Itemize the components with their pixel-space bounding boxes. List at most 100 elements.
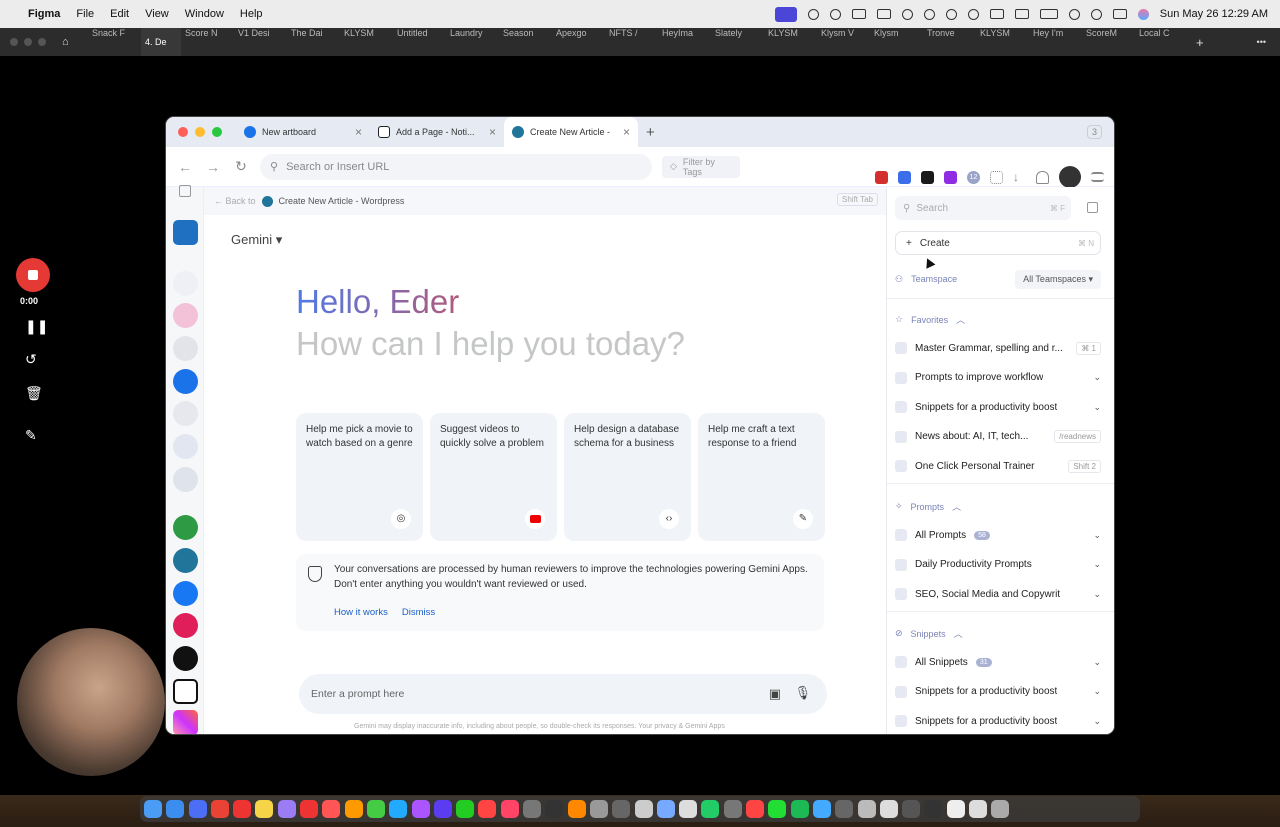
profile-avatar[interactable] <box>1059 166 1081 188</box>
dock-app-icon[interactable] <box>746 800 765 818</box>
chevron-down-icon[interactable]: ⌄ <box>1093 589 1101 600</box>
create-button[interactable]: + Create ⌘ N <box>895 231 1101 255</box>
clock-icon[interactable] <box>967 8 979 20</box>
figma-tab[interactable]: Klysm <box>870 28 923 56</box>
close-tab-icon[interactable]: × <box>489 125 496 139</box>
dock-app-icon[interactable] <box>612 800 631 818</box>
back-link[interactable]: ← Back to <box>214 196 256 206</box>
battery-icon[interactable] <box>1039 9 1058 19</box>
favorites-header[interactable]: ☆ Favorites ︿ <box>895 313 965 326</box>
volume-icon[interactable] <box>851 9 866 19</box>
filter-tags[interactable]: ◇ Filter by Tags <box>662 155 740 178</box>
dock-app-icon[interactable] <box>344 800 363 818</box>
shopify-icon[interactable] <box>173 515 198 540</box>
app-a-icon[interactable] <box>173 434 198 459</box>
chevron-down-icon[interactable]: ⌄ <box>1093 657 1101 668</box>
prompt-item[interactable]: SEO, Social Media and Copywrit ⌄ <box>895 582 1101 606</box>
pencil-icon[interactable]: ✎ <box>25 427 37 444</box>
panel-search[interactable]: ⚲ Search ⌘ F <box>895 196 1071 220</box>
dock-app-icon[interactable] <box>166 800 185 818</box>
dock-app-icon[interactable] <box>768 800 787 818</box>
extension-badge[interactable]: 12 <box>967 170 980 184</box>
figma-tab[interactable]: Apexgo <box>552 28 605 56</box>
favorite-item[interactable]: Prompts to improve workflow ⌄ <box>895 366 1101 390</box>
dock-app-icon[interactable] <box>968 800 987 818</box>
home-icon[interactable]: ⌂ <box>62 36 74 48</box>
suggestion-card[interactable]: Help me craft a text response to a frien… <box>698 413 825 541</box>
snippet-item[interactable]: Snippets for a productivity boost ⌄ <box>895 680 1101 704</box>
snippet-item[interactable]: Snippets for a productivity boost ⌄ <box>895 709 1101 733</box>
bluetooth-icon[interactable] <box>923 8 935 20</box>
figma-tab[interactable]: KLYSM <box>340 28 393 56</box>
menu-edit[interactable]: Edit <box>110 8 129 20</box>
dismiss-link[interactable]: Dismiss <box>402 605 435 620</box>
menu-icon[interactable] <box>1091 172 1104 182</box>
favorite-item[interactable]: One Click Personal Trainer Shift 2 <box>895 454 1101 478</box>
figma-tab[interactable]: Klysm V <box>817 28 870 56</box>
figma-tab[interactable]: V1 Desi <box>234 28 287 56</box>
close-tab-icon[interactable]: × <box>355 125 362 139</box>
apps-grid-icon[interactable] <box>990 170 1003 184</box>
extension-dark-icon[interactable] <box>921 170 934 184</box>
dock-app-icon[interactable] <box>322 800 341 818</box>
dock-app-icon[interactable] <box>433 800 452 818</box>
app-menu[interactable]: Figma <box>28 8 60 20</box>
dock-app-icon[interactable] <box>389 800 408 818</box>
dock-app-icon[interactable] <box>924 800 943 818</box>
dock-app-icon[interactable] <box>879 800 898 818</box>
display-icon[interactable] <box>876 9 891 19</box>
control-center-icon[interactable] <box>1112 9 1127 19</box>
chatgpt-icon[interactable] <box>173 336 198 361</box>
dock-app-icon[interactable] <box>188 800 207 818</box>
suggestion-card[interactable]: Help design a database schema for a busi… <box>564 413 691 541</box>
suggestion-card[interactable]: Suggest videos to quickly solve a proble… <box>430 413 557 541</box>
clipboard-icon[interactable] <box>989 9 1004 19</box>
microphone-icon[interactable]: 🎙 <box>794 685 811 701</box>
figma-tab[interactable]: Score N <box>181 28 234 56</box>
settings-icon[interactable] <box>829 8 841 20</box>
dock-app-icon[interactable] <box>946 800 965 818</box>
app-blue-icon[interactable] <box>173 467 198 492</box>
snippets-header[interactable]: ⊘ Snippets ︿ <box>895 627 963 640</box>
chevron-down-icon[interactable]: ⌄ <box>1093 686 1101 697</box>
tab-count-badge[interactable]: 3 <box>1086 125 1102 139</box>
menu-help[interactable]: Help <box>240 8 263 20</box>
figma-tab[interactable]: KLYSM <box>976 28 1029 56</box>
new-tab-icon[interactable]: + <box>1196 35 1204 50</box>
dock-app-icon[interactable] <box>857 800 876 818</box>
dock-app-icon[interactable] <box>478 800 497 818</box>
forward-arrow-icon[interactable]: → <box>204 159 222 175</box>
close-tab-icon[interactable]: × <box>623 125 630 139</box>
sidebar-toggle-icon[interactable] <box>179 185 191 197</box>
menu-file[interactable]: File <box>76 8 94 20</box>
dock-app-icon[interactable] <box>567 800 586 818</box>
prompt-input[interactable]: Enter a prompt here ▣ 🎙 <box>299 674 827 714</box>
notion-icon[interactable] <box>173 679 198 704</box>
download-icon[interactable]: ↓ <box>1013 170 1026 184</box>
pause-icon[interactable]: ❚❚ <box>25 318 48 335</box>
panel-toggle-icon[interactable] <box>1087 202 1098 213</box>
dock-app-icon[interactable] <box>589 800 608 818</box>
app-gray-icon[interactable] <box>173 401 198 426</box>
stop-record-button[interactable] <box>16 258 50 292</box>
chevron-down-icon[interactable]: ⌄ <box>1093 716 1101 727</box>
creative-cloud-icon[interactable] <box>807 8 819 20</box>
chevron-down-icon[interactable]: ⌄ <box>1093 402 1101 413</box>
more-icon[interactable]: ••• <box>1257 37 1266 47</box>
figma-tab[interactable]: NFTS / <box>605 28 658 56</box>
zoom-button[interactable] <box>212 127 222 137</box>
menu-window[interactable]: Window <box>185 8 224 20</box>
slack-icon[interactable] <box>173 613 198 638</box>
restart-icon[interactable]: ↺ <box>25 351 37 368</box>
figma-tab[interactable]: Local C <box>1135 28 1188 56</box>
dock-app-icon[interactable] <box>634 800 653 818</box>
figma-tab[interactable]: 4. De <box>141 28 181 56</box>
screen-record-icon[interactable] <box>774 6 797 22</box>
dock-app-icon[interactable] <box>545 800 564 818</box>
facebook-icon[interactable] <box>173 581 198 606</box>
figma-tab[interactable]: Slately <box>711 28 764 56</box>
url-bar[interactable]: ⚲ Search or Insert URL <box>260 153 652 180</box>
chevron-down-icon[interactable]: ⌄ <box>1093 372 1101 383</box>
image-upload-icon[interactable]: ▣ <box>769 686 781 702</box>
app-pink-icon[interactable] <box>173 303 198 328</box>
